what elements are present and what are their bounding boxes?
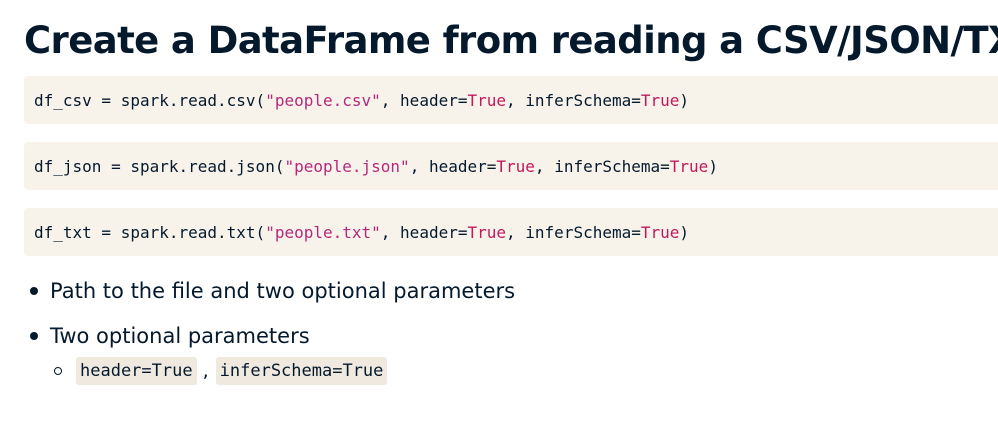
code-text: df_txt = spark.read.txt( (34, 222, 266, 242)
code-keyword: True (640, 90, 680, 110)
code-keyword: True (467, 90, 507, 110)
code-text: , header= (380, 222, 468, 242)
code-text: , inferSchema= (506, 90, 641, 110)
code-keyword: True (640, 222, 680, 242)
inline-code-header: header=True (76, 357, 197, 385)
code-text: df_json = spark.read.json( (34, 156, 285, 176)
code-keyword: True (669, 156, 709, 176)
code-text: df_csv = spark.read.csv( (34, 90, 266, 110)
separator-text: , (202, 360, 209, 382)
list-item: Two optional parameters (30, 317, 515, 355)
code-string: "people.txt" (265, 222, 381, 242)
inline-code-inferschema: inferSchema=True (215, 357, 388, 385)
code-text: , header= (380, 90, 468, 110)
list-item: Path to the file and two optional parame… (30, 272, 515, 310)
code-block-txt[interactable]: df_txt = spark.read.txt("people.txt", he… (24, 208, 998, 256)
code-text: ) (708, 156, 718, 176)
sub-bullet: header=True , inferSchema=True (54, 357, 388, 385)
hollow-bullet-icon (54, 367, 62, 375)
bullet-list: Path to the file and two optional parame… (30, 272, 515, 355)
code-text: ) (679, 222, 690, 242)
code-keyword: True (467, 222, 507, 242)
code-text: , inferSchema= (506, 222, 641, 242)
code-block-csv[interactable]: df_csv = spark.read.csv("people.csv", he… (24, 76, 998, 124)
code-text: , header= (409, 156, 497, 176)
code-text: ) (679, 90, 690, 110)
code-string: "people.json" (284, 156, 410, 176)
page-title: Create a DataFrame from reading a CSV/JS… (24, 19, 998, 62)
list-spacer (30, 310, 515, 317)
code-string: "people.csv" (265, 90, 381, 110)
code-text: , inferSchema= (534, 156, 670, 176)
code-keyword: True (496, 156, 535, 176)
code-block-json[interactable]: df_json = spark.read.json("people.json",… (24, 142, 998, 190)
